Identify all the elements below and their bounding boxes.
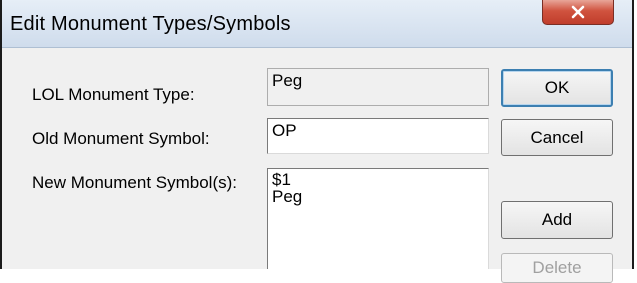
title-bar[interactable]: Edit Monument Types/Symbols [2, 0, 632, 48]
window-title: Edit Monument Types/Symbols [10, 13, 291, 35]
lol-monument-type-label: LOL Monument Type: [32, 85, 195, 104]
list-item[interactable]: Peg [272, 188, 484, 205]
lol-monument-type-field: Peg [267, 68, 489, 106]
close-button[interactable] [542, 0, 614, 25]
list-item[interactable]: $1 [272, 171, 484, 188]
ok-button[interactable]: OK [501, 69, 613, 107]
new-monument-symbols-label: New Monument Symbol(s): [32, 173, 238, 192]
old-monument-symbol-input[interactable]: OP [267, 118, 489, 154]
close-icon [571, 5, 585, 19]
new-monument-symbols-list[interactable]: $1 Peg [267, 168, 489, 269]
old-monument-symbol-label: Old Monument Symbol: [32, 129, 210, 148]
delete-button: Delete [501, 253, 613, 283]
cancel-button[interactable]: Cancel [501, 119, 613, 156]
dialog-window: Edit Monument Types/Symbols LOL Monument… [0, 0, 634, 283]
add-button[interactable]: Add [501, 201, 613, 239]
